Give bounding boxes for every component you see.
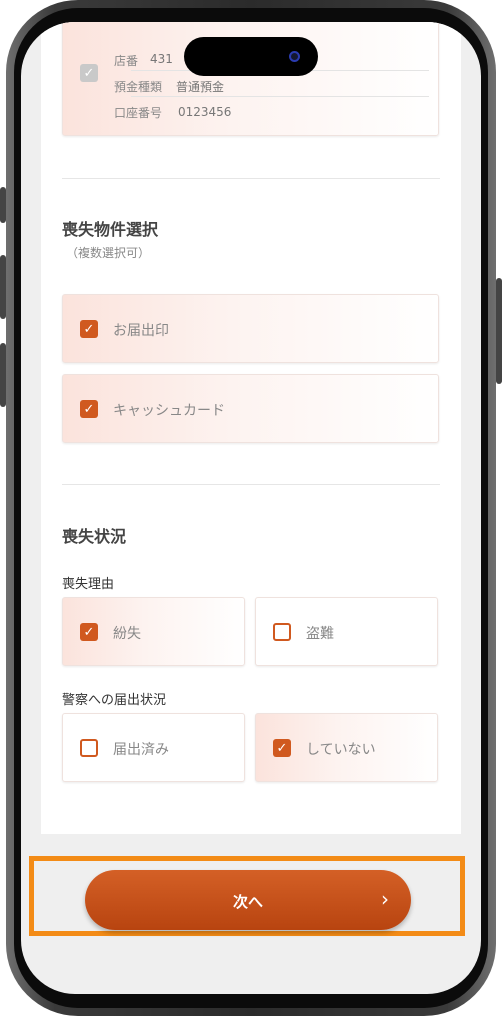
dynamic-island (184, 37, 318, 76)
not-reported-label: していない (306, 742, 376, 758)
account-type-value: 普通預金 (176, 80, 225, 94)
lost-checkbox[interactable]: ✓ (80, 623, 98, 641)
reported-checkbox[interactable] (80, 739, 98, 757)
next-button-highlight: 次へ › (29, 856, 465, 936)
bank-row-divider (131, 96, 429, 97)
branch-number-label: 店番 (114, 54, 139, 68)
branch-number-value: 431 (150, 52, 173, 66)
section-divider (62, 484, 440, 485)
police-report-label: 警察への届出状況 (62, 693, 167, 708)
cash-card-label: キャッシュカード (113, 403, 225, 419)
lost-items-title: 喪失物件選択 (62, 220, 159, 239)
account-type-label: 預金種類 (114, 80, 163, 94)
option-not-reported[interactable]: ✓ していない (255, 713, 438, 782)
chevron-right-icon: › (381, 887, 389, 911)
form-card: ✓ 店番 431 預金種類 普通預金 口座番号 0123456 喪失物件選択 （… (41, 22, 461, 834)
silent-switch (0, 187, 6, 223)
reported-label: 届出済み (113, 742, 169, 758)
next-button[interactable]: 次へ › (85, 870, 411, 930)
cash-card-checkbox[interactable]: ✓ (80, 400, 98, 418)
stolen-checkbox[interactable] (273, 623, 291, 641)
seal-checkbox[interactable]: ✓ (80, 320, 98, 338)
seal-label: お届出印 (113, 323, 169, 339)
loss-reason-label: 喪失理由 (62, 577, 115, 592)
volume-up-button (0, 255, 6, 319)
bank-account-checkbox[interactable]: ✓ (80, 64, 98, 82)
lost-items-note: （複数選択可） (66, 246, 151, 260)
next-button-label: 次へ (232, 893, 263, 911)
volume-down-button (0, 343, 6, 407)
lost-label: 紛失 (113, 626, 141, 642)
section-divider (62, 178, 440, 179)
not-reported-checkbox[interactable]: ✓ (273, 739, 291, 757)
option-seal[interactable]: ✓ お届出印 (62, 294, 439, 363)
power-button (496, 278, 502, 384)
option-lost[interactable]: ✓ 紛失 (62, 597, 245, 666)
phone-screen: ✓ 店番 431 預金種類 普通預金 口座番号 0123456 喪失物件選択 （… (21, 22, 481, 994)
account-number-value: 0123456 (178, 105, 232, 119)
loss-status-title: 喪失状況 (62, 527, 127, 546)
option-stolen[interactable]: 盗難 (255, 597, 438, 666)
option-cash-card[interactable]: ✓ キャッシュカード (62, 374, 439, 443)
stolen-label: 盗難 (306, 626, 334, 642)
account-number-label: 口座番号 (114, 106, 163, 120)
option-reported[interactable]: 届出済み (62, 713, 245, 782)
camera-icon (289, 51, 300, 62)
